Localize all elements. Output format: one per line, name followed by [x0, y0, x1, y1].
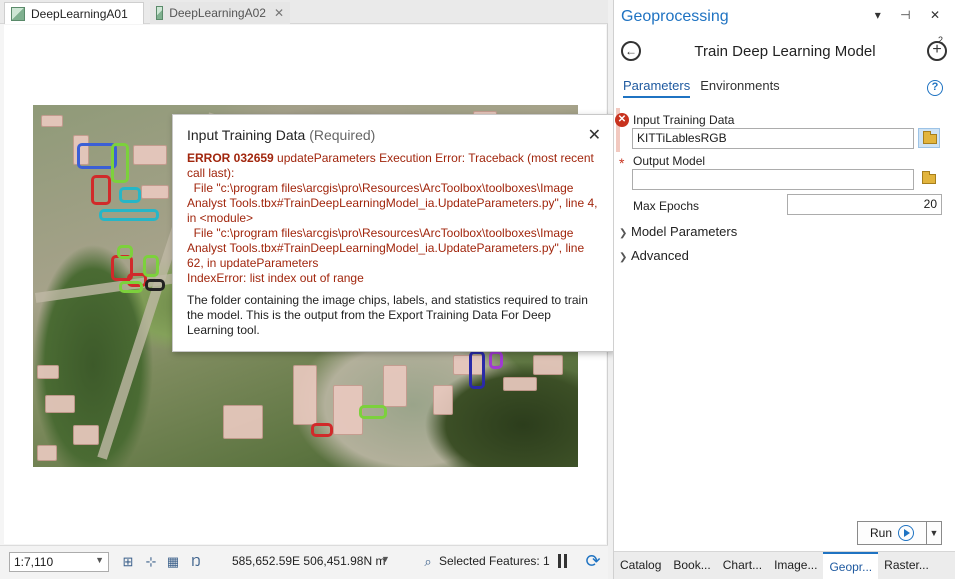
select-features-icon[interactable]: ⌕: [420, 554, 436, 570]
chevron-down-icon[interactable]: ▼: [381, 554, 390, 564]
input-training-data-label: Input Training Data: [633, 113, 735, 127]
run-options-dropdown[interactable]: ▼: [926, 521, 942, 545]
building: [37, 365, 59, 379]
building: [433, 385, 453, 415]
tab-label: DeepLearningA02: [169, 6, 266, 20]
output-model-label: Output Model: [633, 154, 706, 168]
add-badge: 2: [937, 35, 943, 45]
folder-icon: [922, 171, 936, 184]
annotation-box: [489, 351, 503, 369]
error-icon[interactable]: ✕: [615, 113, 629, 127]
run-button[interactable]: Run: [857, 521, 927, 545]
map-icon: [11, 6, 25, 21]
coordinate-readout: 585,652.59E 506,451.98N m: [232, 554, 386, 568]
geoprocessing-pane: Geoprocessing ▾ ⊣ ✕ ← Train Deep Learnin…: [613, 0, 955, 579]
popup-title: Input Training Data (Required): [187, 127, 599, 143]
pane-title: Geoprocessing: [621, 8, 729, 25]
popup-title-text: Input Training Data: [187, 127, 306, 143]
annotation-box: [119, 187, 141, 203]
tab-label: DeepLearningA01: [31, 6, 128, 21]
tab-deeplearninga01[interactable]: DeepLearningA01: [4, 2, 144, 24]
annotation-box: [119, 281, 143, 293]
annotation-box: [117, 245, 133, 259]
annotation-box: [111, 143, 129, 183]
play-icon: [898, 525, 914, 541]
section-label: Advanced: [631, 248, 689, 263]
tab-bookmarks[interactable]: Book...: [667, 552, 716, 579]
tab-image-analysis[interactable]: Image...: [768, 552, 823, 579]
annotation-box: [143, 255, 159, 277]
close-icon[interactable]: ✕: [274, 6, 284, 20]
annotation-box: [359, 405, 387, 419]
grid-icon[interactable]: ▦: [165, 554, 181, 570]
input-training-data-field[interactable]: KITTiLablesRGB: [632, 128, 914, 149]
tool-title: Train Deep Learning Model: [694, 43, 876, 60]
building: [293, 365, 317, 425]
error-message: ERROR 032659 updateParameters Execution …: [187, 151, 599, 286]
max-epochs-label: Max Epochs: [633, 199, 700, 213]
map-icon: [156, 6, 164, 20]
output-model-field[interactable]: [632, 169, 914, 190]
document-tabbar: DeepLearningA01 DeepLearningA02 ✕: [0, 0, 608, 24]
tab-charts[interactable]: Chart...: [717, 552, 768, 579]
tab-catalog[interactable]: Catalog: [614, 552, 667, 579]
browse-output-button[interactable]: [918, 169, 940, 189]
map-pane: DeepLearningA01 DeepLearningA02 ✕ 1:7,11…: [0, 0, 614, 579]
parameter-description: The folder containing the image chips, l…: [187, 293, 588, 337]
tab-parameters[interactable]: Parameters: [623, 78, 691, 98]
building: [533, 355, 563, 375]
building: [141, 185, 169, 199]
chevron-down-icon: ▼: [95, 555, 104, 565]
building: [73, 425, 99, 445]
required-asterisk: *: [619, 155, 625, 171]
north-arrow-icon[interactable]: Ŋ: [188, 554, 204, 570]
parameter-error-popup: Input Training Data (Required) ✕ ERROR 0…: [172, 114, 614, 352]
error-code: ERROR 032659: [187, 151, 274, 165]
pane-bottom-tabs: Catalog Book... Chart... Image... Geopr.…: [614, 551, 955, 579]
folder-icon: [923, 131, 937, 144]
scale-selector[interactable]: 1:7,110 ▼: [9, 552, 109, 572]
annotation-box: [469, 351, 485, 389]
pane-window-controls[interactable]: ▾ ⊣ ✕: [875, 8, 948, 22]
chevron-right-icon: ❯: [619, 252, 628, 263]
building: [45, 395, 75, 413]
building: [37, 445, 57, 461]
popup-required-text: (Required): [309, 127, 376, 143]
error-traceback: updateParameters Execution Error: Traceb…: [187, 151, 598, 285]
tab-deeplearninga02[interactable]: DeepLearningA02 ✕: [150, 2, 290, 24]
help-icon[interactable]: ?: [927, 80, 943, 96]
app-window: DeepLearningA01 DeepLearningA02 ✕ 1:7,11…: [0, 0, 955, 579]
building: [133, 145, 167, 165]
pane-header: Geoprocessing ▾ ⊣ ✕: [614, 0, 955, 32]
building: [383, 365, 407, 407]
annotation-box: [145, 279, 165, 291]
close-icon[interactable]: ✕: [588, 125, 601, 145]
section-label: Model Parameters: [631, 224, 738, 239]
refresh-icon[interactable]: ⟳: [583, 550, 603, 572]
selected-features-count[interactable]: Selected Features: 1: [439, 554, 550, 568]
scale-value: 1:7,110: [14, 555, 54, 569]
chevron-right-icon: ❯: [619, 228, 628, 239]
building: [223, 405, 263, 439]
annotation-box: [311, 423, 333, 437]
annotation-box: [91, 175, 111, 205]
tab-raster[interactable]: Raster...: [878, 552, 935, 579]
tool-tabs: Parameters Environments: [623, 78, 780, 98]
browse-input-button[interactable]: [918, 128, 940, 148]
building: [503, 377, 537, 391]
run-label: Run: [869, 526, 892, 540]
tab-geoprocessing[interactable]: Geopr...: [823, 551, 879, 579]
max-epochs-field[interactable]: 20: [787, 194, 942, 215]
section-advanced[interactable]: ❯ Advanced: [619, 248, 689, 263]
snapping-icon[interactable]: ⊹: [143, 554, 159, 570]
map-statusbar: 1:7,110 ▼ ⊞ ⊹ ▦ Ŋ 585,652.59E 506,451.98…: [0, 545, 608, 579]
pause-drawing-icon[interactable]: [557, 553, 569, 569]
annotation-box: [99, 209, 159, 221]
add-data-icon[interactable]: ⊞: [120, 554, 136, 570]
tab-environments[interactable]: Environments: [700, 78, 779, 98]
section-model-parameters[interactable]: ❯ Model Parameters: [619, 224, 737, 239]
building: [41, 115, 63, 127]
